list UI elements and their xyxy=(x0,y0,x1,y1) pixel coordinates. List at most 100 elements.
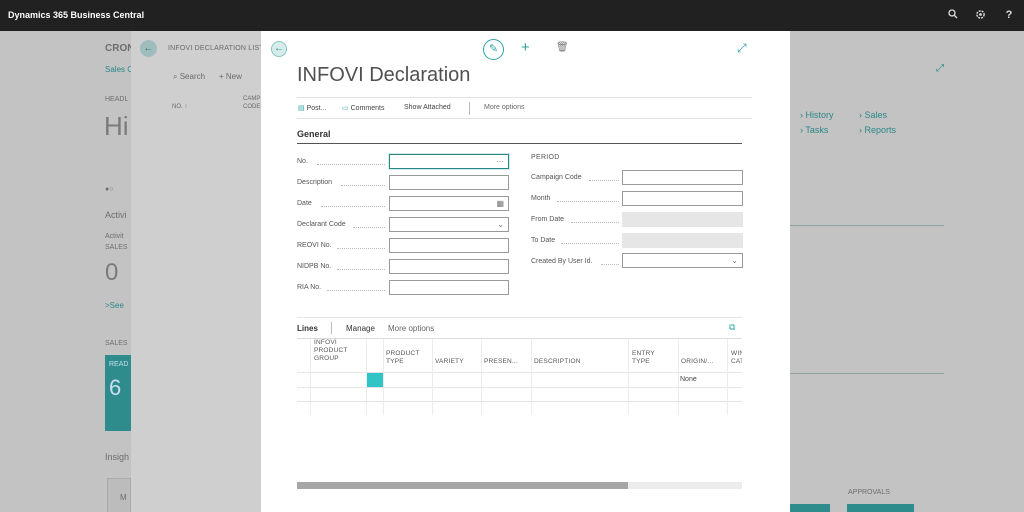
created-by-user-select[interactable]: ⌄ xyxy=(622,253,743,268)
cue-value-zero[interactable]: 0 xyxy=(105,259,118,287)
field-label-nidpb-no: NIDPB No. xyxy=(297,263,332,270)
nav-history[interactable]: › History xyxy=(800,110,834,120)
field-label-ria-no: RIA No. xyxy=(297,284,322,291)
column-infovi-product-group[interactable]: INFOVI PRODUCT GROUP xyxy=(314,339,348,363)
help-icon[interactable]: ? xyxy=(1002,9,1016,23)
chevron-down-icon[interactable]: ⌄ xyxy=(731,256,738,265)
comments-button[interactable]: ▭ Comments xyxy=(342,104,384,112)
leader-dots xyxy=(571,222,619,223)
month-input[interactable] xyxy=(622,191,743,206)
leader-dots xyxy=(321,206,385,207)
app-title: Dynamics 365 Business Central xyxy=(8,10,145,20)
infovi-declaration-card: ← ✎ + 🗑︎ ⤢ INFOVI Declaration ▤ Post... ▭… xyxy=(261,31,790,512)
expand-icon[interactable]: ⤢ xyxy=(936,63,944,74)
lines-more-options-button[interactable]: More options xyxy=(388,324,434,333)
nav-reports[interactable]: › Reports xyxy=(859,125,896,135)
grid-col-line xyxy=(481,339,482,415)
column-product-type[interactable]: PRODUCT TYPE xyxy=(386,350,420,366)
column-wine-category[interactable]: WIN CAT xyxy=(731,350,742,366)
leader-dots xyxy=(317,164,385,165)
action-bar: ▤ Post... ▭ Comments Show Attached More op… xyxy=(297,97,752,119)
search-icon[interactable] xyxy=(946,9,960,23)
declarant-code-select[interactable]: ⌄ xyxy=(389,217,509,232)
grid-row-line xyxy=(297,387,742,388)
field-label-description: Description xyxy=(297,179,333,186)
campaign-code-input[interactable] xyxy=(622,170,743,185)
column-presentation[interactable]: PRESEN... xyxy=(484,358,518,366)
back-arrow-icon[interactable]: ← xyxy=(140,40,157,57)
section-divider xyxy=(297,143,742,144)
show-attached-button[interactable]: Show Attached xyxy=(404,104,451,111)
column-origin[interactable]: ORIGIN/... xyxy=(681,358,713,366)
grid-col-line xyxy=(383,339,384,415)
ria-no-input[interactable] xyxy=(389,280,509,295)
leader-dots xyxy=(557,201,619,202)
horizontal-scrollbar[interactable] xyxy=(297,482,742,489)
general-section-title[interactable]: General xyxy=(297,129,331,139)
lines-manage-button[interactable]: Manage xyxy=(346,324,375,333)
selected-cell[interactable] xyxy=(367,373,383,387)
to-date-input xyxy=(622,233,743,248)
grid-col-line xyxy=(310,339,311,415)
post-button[interactable]: ▤ Post... xyxy=(298,104,326,112)
top-bar: Dynamics 365 Business Central ? xyxy=(0,0,1024,31)
scrollbar-thumb[interactable] xyxy=(297,482,628,489)
list-column-no[interactable]: NO. ↑ xyxy=(172,103,187,111)
field-label-date: Date xyxy=(297,200,312,207)
approvals-tile[interactable] xyxy=(847,504,914,512)
leader-dots xyxy=(601,264,619,265)
expand-icon[interactable]: ⤢ xyxy=(737,41,747,56)
new-plus-icon[interactable]: + xyxy=(521,39,530,56)
column-entry-type[interactable]: ENTRY TYPE xyxy=(632,350,655,366)
lines-separator xyxy=(331,322,332,334)
leader-dots xyxy=(561,243,619,244)
divider xyxy=(790,225,944,226)
headline-label: HEADL xyxy=(105,96,129,103)
approvals-tile[interactable] xyxy=(790,504,830,512)
nav-sales[interactable]: › Sales xyxy=(859,110,887,120)
sales-cue-label: SALES xyxy=(105,244,128,251)
action-separator xyxy=(469,102,470,115)
more-options-button[interactable]: More options xyxy=(484,104,524,111)
ready-tile[interactable]: READ 6 xyxy=(105,355,131,431)
see-more-link[interactable]: >See xyxy=(105,301,124,310)
settings-gear-icon[interactable] xyxy=(973,9,987,23)
assist-edit-icon[interactable]: ··· xyxy=(496,157,504,166)
field-label-campaign-code: Campaign Code xyxy=(531,174,582,181)
open-in-new-window-icon[interactable]: ⧉ xyxy=(729,322,735,333)
calendar-icon[interactable]: ▦ xyxy=(496,199,504,208)
nidpb-no-input[interactable] xyxy=(389,259,509,274)
activities-sub: Activit xyxy=(105,233,124,240)
grid-col-line xyxy=(432,339,433,415)
lines-title[interactable]: Lines xyxy=(297,324,318,333)
field-label-created-by: Created By User Id. xyxy=(531,258,593,265)
edit-pencil-icon[interactable]: ✎ xyxy=(483,39,504,60)
no-input[interactable]: ··· xyxy=(389,154,509,169)
period-group-title: PERIOD xyxy=(531,154,560,161)
lines-grid: INFOVI PRODUCT GROUP PRODUCT TYPE VARIET… xyxy=(297,338,742,415)
activities-title: Activi xyxy=(105,210,127,220)
list-column-campaign[interactable]: CAMP CODE xyxy=(243,95,260,111)
back-arrow-icon[interactable]: ← xyxy=(271,41,287,57)
column-description[interactable]: DESCRIPTION xyxy=(534,358,581,366)
list-search-button[interactable]: ⌕ Search xyxy=(173,72,205,82)
description-input[interactable] xyxy=(389,175,509,190)
nav-tasks[interactable]: › Tasks xyxy=(800,125,828,135)
delete-trash-icon[interactable]: 🗑︎ xyxy=(556,42,569,53)
date-input[interactable]: ▦ xyxy=(389,196,509,211)
sales-link[interactable]: Sales C xyxy=(105,65,133,74)
headline-text: Hi xyxy=(104,111,129,141)
grid-row-line xyxy=(297,372,742,373)
ready-count: 6 xyxy=(109,375,122,400)
grid-col-line xyxy=(678,339,679,415)
leader-dots xyxy=(353,227,385,228)
reovi-no-input[interactable] xyxy=(389,238,509,253)
origin-cell[interactable]: None xyxy=(680,376,697,383)
ready-label: READ xyxy=(109,361,129,368)
sales-section-label: SALES xyxy=(105,340,128,347)
leader-dots xyxy=(589,180,619,181)
list-new-button[interactable]: + New xyxy=(219,72,242,81)
declaration-list-page: ← INFOVI DECLARATION LIST ⌕ Search + New… xyxy=(131,31,264,512)
column-variety[interactable]: VARIETY xyxy=(435,358,464,366)
chevron-down-icon[interactable]: ⌄ xyxy=(497,220,504,229)
